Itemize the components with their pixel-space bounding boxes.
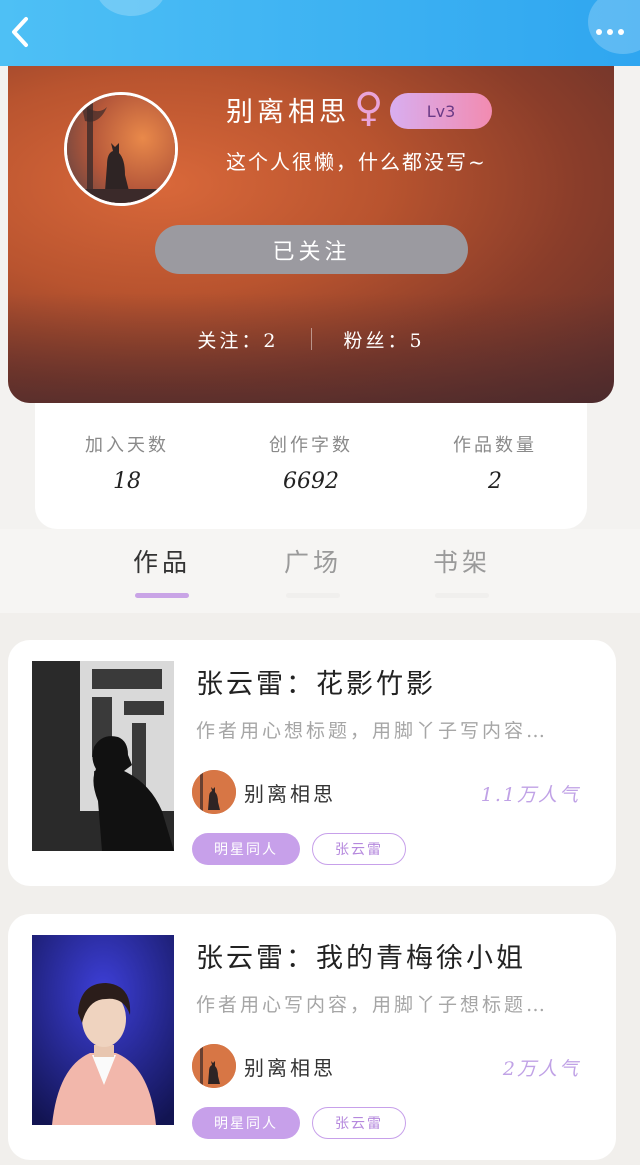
counts-card: 加入天数 18 创作字数 6692 作品数量 2 (35, 403, 587, 529)
tab-bookshelf[interactable]: 书架 (407, 543, 517, 598)
work-card[interactable]: 张云雷：我的青梅徐小姐 作者用心写内容，用脚丫子想标题… 别离相思 2万人气 明… (8, 914, 616, 1160)
tag-category[interactable]: 明星同人 (192, 1107, 300, 1139)
author-avatar[interactable] (192, 1044, 236, 1088)
works-list: 张云雷：花影竹影 作者用心想标题，用脚丫子写内容… 别离相思 1.1万人气 明星… (0, 613, 640, 1165)
stat-value: 18 (113, 469, 141, 494)
stat-word-count: 创作字数 6692 (219, 403, 403, 529)
bio-text: 这个人很懒，什么都没写~ (226, 150, 487, 174)
avatar-image (67, 95, 175, 203)
stat-label: 创作字数 (269, 435, 353, 456)
avatar[interactable] (64, 92, 178, 206)
author-avatar-image (192, 770, 236, 814)
tag-subject[interactable]: 张云雷 (312, 833, 406, 865)
tag-subject[interactable]: 张云雷 (312, 1107, 406, 1139)
tab-underline (286, 593, 340, 598)
tag-category[interactable]: 明星同人 (192, 833, 300, 865)
profile-card: 别离相思 ♀ Lv3 这个人很懒，什么都没写~ 已关注 关注：2 粉丝：5 (8, 66, 614, 403)
popularity-count: 1.1万人气 (480, 784, 580, 806)
following-count[interactable]: 关注：2 (197, 326, 278, 353)
tab-square[interactable]: 广场 (258, 543, 368, 598)
cover-image (32, 935, 174, 1125)
work-title: 张云雷：花影竹影 (196, 669, 436, 700)
tab-label: 广场 (283, 548, 342, 577)
follow-button[interactable]: 已关注 (155, 225, 468, 274)
followers-count[interactable]: 粉丝：5 (344, 326, 425, 353)
author-avatar[interactable] (192, 770, 236, 814)
back-button[interactable] (4, 12, 40, 52)
stat-join-days: 加入天数 18 (35, 403, 219, 529)
work-title: 张云雷：我的青梅徐小姐 (196, 943, 526, 974)
decor-bubble (96, 0, 166, 16)
popularity-count: 2万人气 (502, 1058, 580, 1080)
stat-works-count: 作品数量 2 (403, 403, 587, 529)
stat-label: 加入天数 (85, 435, 169, 456)
chevron-left-icon (12, 17, 28, 47)
stat-value: 6692 (283, 469, 339, 494)
author-name[interactable]: 别离相思 (244, 1052, 336, 1081)
work-card[interactable]: 张云雷：花影竹影 作者用心想标题，用脚丫子写内容… 别离相思 1.1万人气 明星… (8, 640, 616, 886)
stat-value: 2 (488, 469, 502, 494)
cover-portrait (32, 935, 174, 1125)
tab-underline (135, 593, 189, 598)
tab-label: 书架 (432, 548, 491, 577)
female-icon: ♀ (354, 85, 384, 131)
more-button[interactable] (590, 24, 630, 40)
author-name[interactable]: 别离相思 (244, 778, 336, 807)
level-badge: Lv3 (390, 93, 492, 129)
cover-silhouette (32, 661, 174, 851)
work-description: 作者用心想标题，用脚丫子写内容… (196, 720, 549, 742)
top-bar (0, 0, 640, 66)
more-dots-icon (596, 29, 602, 35)
tab-underline (435, 593, 489, 598)
tab-bar: 作品 广场 书架 (0, 529, 640, 613)
divider (310, 328, 312, 350)
cover-image (32, 661, 174, 851)
stat-label: 作品数量 (453, 435, 537, 456)
follow-stats: 关注：2 粉丝：5 (8, 324, 614, 354)
author-avatar-image (192, 1044, 236, 1088)
work-description: 作者用心写内容，用脚丫子想标题… (196, 994, 549, 1016)
tab-label: 作品 (132, 548, 191, 577)
username: 别离相思 (226, 97, 350, 128)
tab-works[interactable]: 作品 (107, 543, 217, 598)
